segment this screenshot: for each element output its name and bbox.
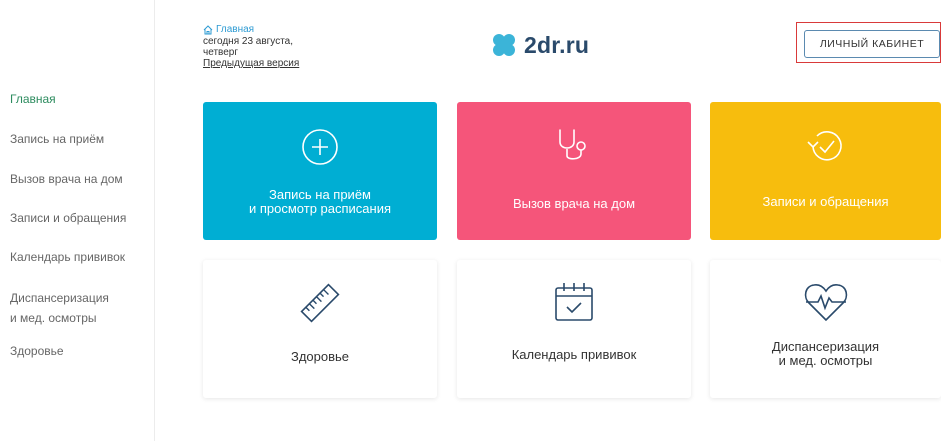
stethoscope-icon bbox=[559, 129, 586, 160]
personal-cabinet-button[interactable]: ЛИЧНЫЙ КАБИНЕТ bbox=[804, 30, 940, 58]
breadcrumb-home[interactable]: Главная bbox=[203, 24, 321, 35]
home-icon bbox=[203, 24, 213, 34]
sidebar-item-health[interactable]: Здоровье bbox=[10, 342, 64, 361]
sidebar: Главная Запись на приём Вызов врача на д… bbox=[0, 0, 155, 441]
tile-vaccination-calendar[interactable]: Календарь прививок bbox=[457, 260, 691, 398]
tile-appointment-label: Запись на приём и просмотр расписания bbox=[248, 187, 392, 216]
tile-records[interactable]: Записи и обращения bbox=[710, 102, 941, 240]
ruler-icon bbox=[300, 283, 340, 323]
plus-circle-icon bbox=[302, 129, 338, 165]
sidebar-item-vaccination-calendar[interactable]: Календарь прививок bbox=[10, 248, 125, 267]
heart-pulse-icon bbox=[804, 284, 847, 322]
tile-dispensary-label: Диспансеризация и мед. осмотры bbox=[771, 339, 880, 368]
logo-text: 2dr.ru bbox=[524, 31, 590, 58]
tile-vaccination-calendar-label: Календарь прививок bbox=[511, 347, 637, 362]
tile-records-label: Записи и обращения bbox=[762, 194, 889, 209]
site-logo[interactable]: 2dr.ru bbox=[490, 31, 589, 59]
previous-version-link[interactable]: Предыдущая версия bbox=[203, 58, 321, 69]
history-check-icon bbox=[806, 131, 842, 161]
calendar-check-icon bbox=[555, 283, 593, 321]
sidebar-item-appointment[interactable]: Запись на приём bbox=[10, 130, 104, 149]
sidebar-item-home-visit[interactable]: Вызов врача на дом bbox=[10, 170, 123, 189]
tile-dispensary[interactable]: Диспансеризация и мед. осмотры bbox=[710, 260, 941, 398]
tile-home-visit[interactable]: Вызов врача на дом bbox=[457, 102, 691, 240]
tile-health[interactable]: Здоровье bbox=[203, 260, 437, 398]
tile-health-label: Здоровье bbox=[290, 349, 350, 364]
tile-home-visit-label: Вызов врача на дом bbox=[512, 196, 636, 211]
sidebar-item-home[interactable]: Главная bbox=[10, 90, 56, 109]
clover-logo-icon bbox=[493, 34, 515, 56]
current-date: сегодня 23 августа, четверг bbox=[203, 36, 293, 58]
sidebar-item-dispensary[interactable]: Диспансеризация и мед. осмотры bbox=[10, 288, 109, 328]
tile-appointment[interactable]: Запись на приём и просмотр расписания bbox=[203, 102, 437, 240]
sidebar-item-records[interactable]: Записи и обращения bbox=[10, 209, 126, 228]
breadcrumb: Главная сегодня 23 августа, четверг Пред… bbox=[203, 24, 321, 69]
breadcrumb-home-label: Главная bbox=[216, 24, 255, 35]
